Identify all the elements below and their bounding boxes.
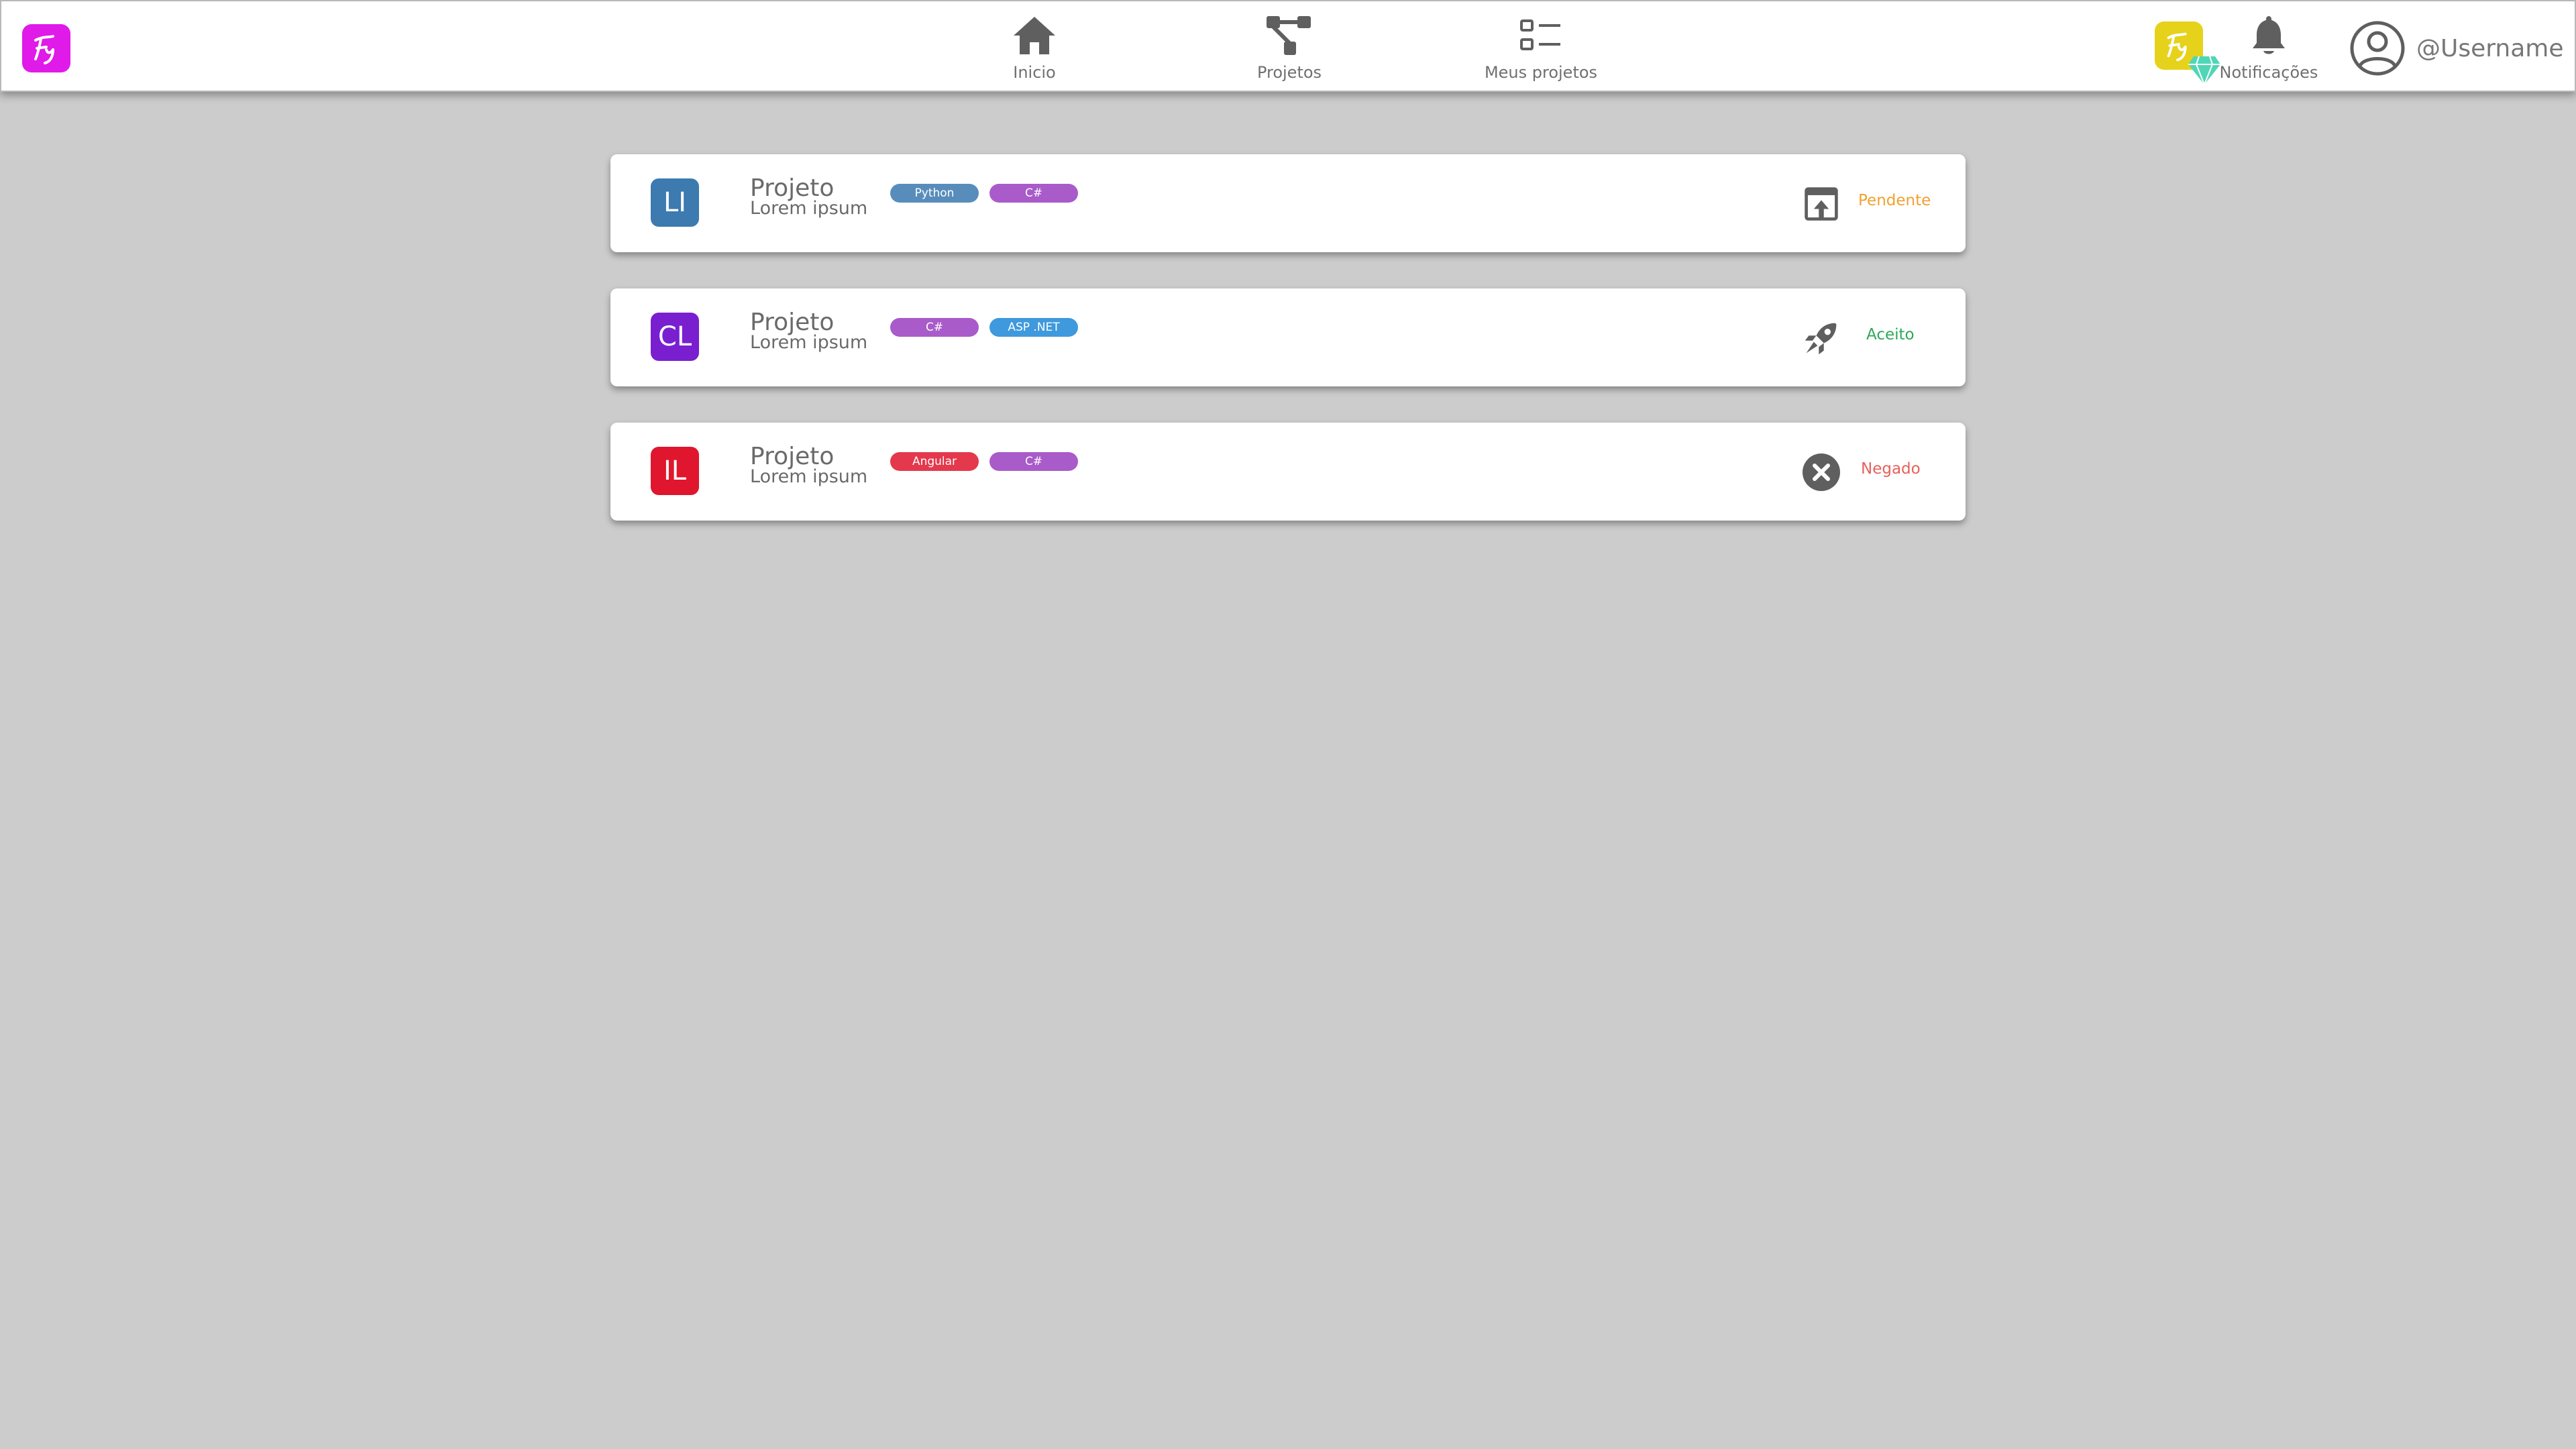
tech-tag: C# (989, 452, 1078, 471)
nav-label: Notificações (2219, 63, 2318, 82)
project-avatar: CL (651, 313, 699, 361)
tech-tag: C# (890, 318, 979, 337)
premium-badge[interactable] (2155, 21, 2220, 86)
project-subtitle: Lorem ipsum (750, 332, 868, 353)
open-in-upload-icon[interactable] (1801, 184, 1841, 224)
project-avatar: LI (651, 178, 699, 227)
project-subtitle: Lorem ipsum (750, 466, 868, 487)
status-label: Aceito (1866, 326, 1915, 343)
tech-tag: C# (989, 184, 1078, 203)
project-card[interactable]: CL Projeto Lorem ipsum C# ASP .NET Aceit… (610, 288, 1966, 386)
status-label: Pendente (1858, 192, 1931, 209)
project-subtitle: Lorem ipsum (750, 198, 868, 219)
tech-tag: Angular (890, 452, 979, 471)
user-menu[interactable]: @Username (2349, 20, 2564, 76)
username-label: @Username (2416, 34, 2564, 62)
project-card[interactable]: LI Projeto Lorem ipsum Python C# Pendent… (610, 154, 1966, 252)
nav-item-projetos[interactable]: Projetos (1236, 12, 1343, 82)
nav-label: Projetos (1256, 63, 1322, 82)
project-card[interactable]: IL Projeto Lorem ipsum Angular C# Negado (610, 423, 1966, 521)
project-avatar: IL (651, 447, 699, 495)
nav-label: Inicio (1013, 63, 1056, 82)
list-icon (1514, 12, 1568, 59)
tech-tag: Python (890, 184, 979, 203)
nav-label: Meus projetos (1484, 63, 1598, 82)
tech-tag: ASP .NET (989, 318, 1078, 337)
close-circle-icon[interactable] (1801, 452, 1841, 492)
bell-icon (2242, 12, 2296, 59)
fy-logo-icon[interactable] (22, 24, 70, 72)
top-navbar: Inicio Projetos Meus projetos Notificaçõ… (0, 0, 2576, 92)
user-avatar-icon (2350, 21, 2405, 76)
home-icon (1008, 12, 1061, 59)
nav-item-notificacoes[interactable]: Notificações (2218, 12, 2319, 82)
diamond-icon (2188, 56, 2220, 86)
nav-item-meus-projetos[interactable]: Meus projetos (1470, 12, 1611, 82)
project-tree-icon (1263, 12, 1316, 59)
status-label: Negado (1861, 460, 1921, 478)
nav-item-inicio[interactable]: Inicio (987, 12, 1081, 82)
rocket-icon[interactable] (1801, 318, 1841, 358)
